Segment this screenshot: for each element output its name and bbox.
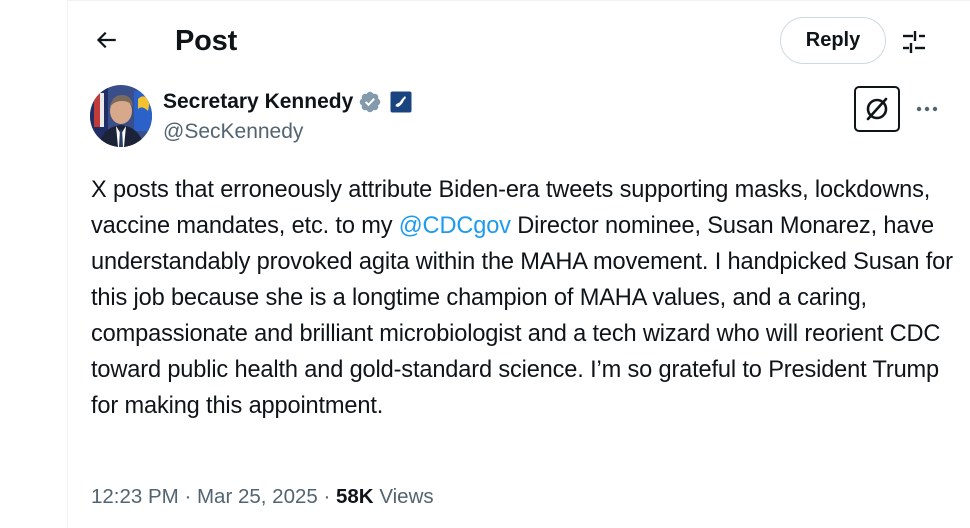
avatar[interactable] [90,85,152,147]
post-date[interactable]: Mar 25, 2025 [197,485,318,508]
meta-separator: · [178,485,197,508]
views-label: Views [379,485,434,508]
post-text-part: Director nominee, Susan Monarez, have un… [91,213,953,419]
verified-badge-icon[interactable] [358,90,382,114]
more-options-icon[interactable] [912,96,942,122]
author-handle[interactable]: @SecKennedy [163,118,303,146]
hhs-affiliate-badge-icon[interactable] [390,91,412,113]
post-text: X posts that erroneously attribute Biden… [91,172,956,424]
settings-sliders-icon[interactable] [898,26,930,58]
arrow-left-icon [96,31,116,49]
author-name-row: Secretary Kennedy [163,88,412,116]
post-meta: 12:23 PM · Mar 25, 2025 · 58K Views [91,483,434,511]
sliders-icon [903,31,925,53]
author-name[interactable]: Secretary Kennedy [163,88,353,116]
grok-icon [866,97,888,121]
views-count: 58K [336,485,374,508]
page-title: Post [175,25,238,57]
reply-button[interactable]: Reply [780,17,886,64]
mention-link[interactable]: @CDCgov [399,213,511,239]
back-button[interactable] [88,22,124,58]
post-time[interactable]: 12:23 PM [91,485,179,508]
grok-button[interactable] [854,86,900,132]
meta-separator: · [317,485,336,508]
profile-photo [90,85,152,147]
